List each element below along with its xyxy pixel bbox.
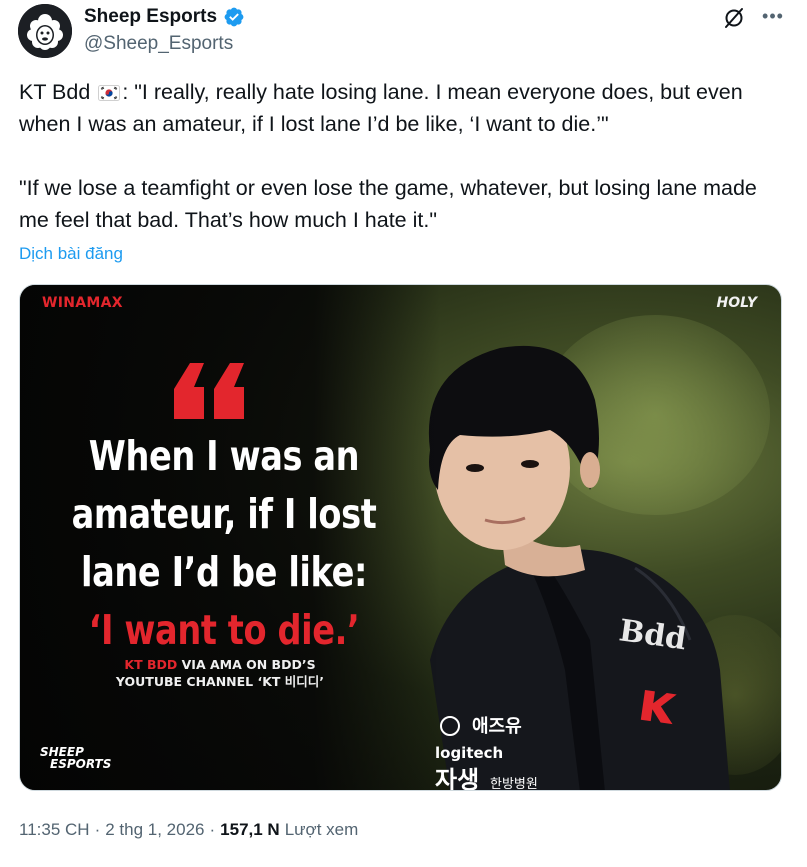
grok-icon[interactable]: [722, 6, 746, 30]
tweet-meta: 11:35 CH · 2 thg 1, 2026 · 157,1 N Lượt …: [19, 820, 358, 840]
brand-logo-holy: HOLY: [716, 295, 758, 311]
tweet-time[interactable]: 11:35 CH: [19, 820, 90, 840]
sponsor-logo-2: logitech: [435, 744, 503, 762]
tweet-media-image[interactable]: Bdd 애즈유 logitech 자생 한방병원 WINAMAX HOLY Wh…: [19, 284, 782, 791]
sponsor-logo-1: 애즈유: [472, 716, 522, 737]
sponsor-logo-3-sub: 한방병원: [490, 777, 538, 791]
translate-post-link[interactable]: Dịch bài đăng: [19, 244, 123, 264]
headline-line-4: ‘I want to die.’: [88, 606, 360, 654]
tweet-date[interactable]: 2 thg 1, 2026: [105, 820, 204, 840]
tweet-paragraph-2: "If we lose a teamfight or even lose the…: [19, 176, 757, 232]
tweet-text: KT Bdd : "I really, really hate losing l…: [19, 76, 789, 236]
brand-logo-winamax: WINAMAX: [42, 295, 123, 311]
sponsor-logo-3: 자생: [435, 766, 479, 791]
headline-line-1: When I was an: [88, 432, 360, 480]
views-count: 157,1 N: [220, 820, 280, 839]
views-label: Lượt xem: [284, 820, 359, 839]
credit-line-2: YOUTUBE CHANNEL ‘KT 비디디’: [115, 674, 325, 689]
tweet-name-prefix: KT Bdd: [19, 80, 91, 104]
credit-player: KT BDD: [124, 657, 178, 672]
headline-line-3: lane I’d be like:: [80, 548, 368, 596]
tweet-paragraph-1-text: : "I really, really hate losing lane. I …: [19, 80, 743, 136]
credit-line-1: VIA AMA ON BDD’S: [177, 657, 316, 672]
south-korea-flag-icon: [98, 85, 121, 101]
author-name-row[interactable]: Sheep Esports: [84, 6, 245, 28]
sheep-esports-logo: SHEEP ESPORTS: [40, 746, 111, 770]
meta-separator: ·: [94, 820, 101, 839]
media-headline: When I was an amateur, if I lost lane I’…: [68, 427, 380, 659]
author-display-name[interactable]: Sheep Esports: [84, 6, 217, 28]
tweet-paragraph-1: KT Bdd : "I really, really hate losing l…: [19, 76, 789, 140]
verified-badge-icon: [224, 7, 244, 27]
media-credit: KT BDD VIA AMA ON BDD’S YOUTUBE CHANNEL …: [70, 656, 370, 690]
logo-line-2: ESPORTS: [50, 757, 112, 771]
avatar[interactable]: [18, 4, 72, 58]
meta-separator: ·: [209, 820, 216, 839]
more-options-icon[interactable]: •••: [760, 6, 786, 30]
quote-mark-icon: [174, 363, 244, 419]
author-handle[interactable]: @Sheep_Esports: [84, 33, 233, 55]
tweet: Sheep Esports @Sheep_Esports ••• KT Bdd …: [0, 0, 807, 867]
headline-line-2: amateur, if I lost: [71, 490, 377, 538]
sheep-icon: [18, 4, 72, 58]
player-photo: Bdd 애즈유 logitech 자생 한방병원: [428, 345, 730, 791]
